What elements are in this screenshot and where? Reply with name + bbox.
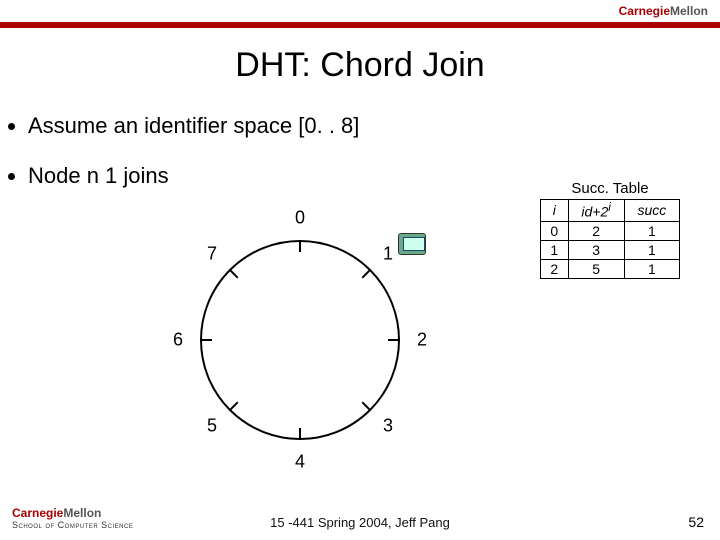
page-number: 52 [688,514,704,530]
footer: CarnegieMellon School of Computer Scienc… [0,515,720,530]
table-row: 1 3 1 [541,240,680,259]
header-bar: CarnegieMellon [0,0,720,28]
ring-label-5: 5 [207,416,217,437]
ring-label-0: 0 [295,208,305,229]
footer-school: School of Computer Science [12,520,133,530]
ring-label-7: 7 [207,244,217,265]
col-i: i [541,200,569,222]
bullet-list: Assume an identifier space [0. . 8] Node… [28,113,720,189]
ring-label-6: 6 [173,330,183,351]
ring-tick [200,339,212,341]
ring-label-1: 1 [383,244,393,265]
table-row: 0 2 1 [541,221,680,240]
ring-label-4: 4 [295,452,305,473]
node-1-icon [398,233,426,255]
slide-title: DHT: Chord Join [0,46,720,85]
ring-tick [388,339,400,341]
successor-table-box: Succ. Table i id+2i succ 0 2 1 1 3 1 2 5… [540,180,680,279]
wordmark: CarnegieMellon [619,4,708,18]
table-row: 2 5 1 [541,259,680,278]
bullet-item: Assume an identifier space [0. . 8] [28,113,720,139]
wordmark-right: Mellon [670,4,708,18]
col-succ: succ [624,200,679,222]
chord-ring-diagram: 0 1 2 3 4 5 6 7 [160,200,440,480]
col-id: id+2i [568,200,624,222]
successor-table: i id+2i succ 0 2 1 1 3 1 2 5 1 [540,199,680,279]
ring-tick [299,428,301,440]
table-header-row: i id+2i succ [541,200,680,222]
footer-logo: CarnegieMellon School of Computer Scienc… [12,506,133,530]
successor-table-title: Succ. Table [540,180,680,197]
ring-label-3: 3 [383,416,393,437]
ring-tick [299,240,301,252]
ring-label-2: 2 [417,330,427,351]
wordmark-left: Carnegie [619,4,670,18]
